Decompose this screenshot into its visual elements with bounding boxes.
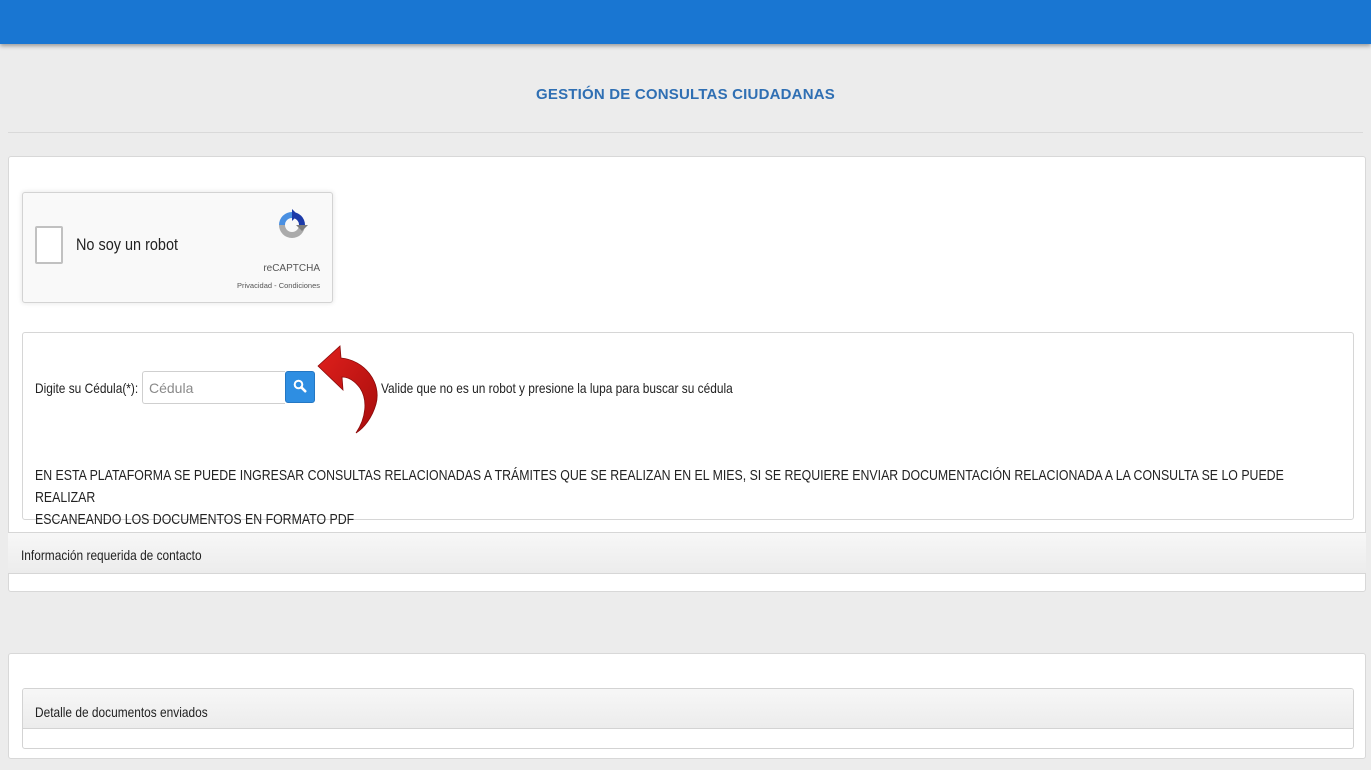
recaptcha-widget: No soy un robot reCAPTCHA Privacidad - C… [22,192,333,303]
page-title: GESTIÓN DE CONSULTAS CIUDADANAS [536,86,835,103]
search-hint-text: Valide que no es un robot y presione la … [381,380,733,396]
recaptcha-brand: reCAPTCHA [263,263,320,274]
search-button[interactable] [285,371,315,403]
notice-line-2: ESCANEANDO LOS DOCUMENTOS EN FORMATO PDF [35,512,355,528]
top-app-bar [0,0,1371,44]
recaptcha-link-separator: - [272,281,279,290]
contact-section-header: Información requerida de contacto [8,532,1366,574]
notice-line-1: EN ESTA PLATAFORMA SE PUEDE INGRESAR CON… [35,468,1284,506]
documents-panel: Detalle de documentos enviados [22,688,1354,749]
contact-section-title: Información requerida de contacto [21,547,202,563]
documents-section-header: Detalle de documentos enviados [23,689,1353,729]
title-divider [8,132,1363,133]
recaptcha-terms-link[interactable]: Condiciones [279,281,320,290]
recaptcha-logo-icon [275,208,309,242]
cedula-input[interactable] [142,371,285,404]
search-icon [293,379,307,396]
recaptcha-privacy-link[interactable]: Privacidad [237,281,272,290]
recaptcha-label: No soy un robot [76,235,179,254]
cedula-label: Digite su Cédula(*): [35,380,139,396]
curved-red-arrow-icon [316,344,382,434]
platform-notice: EN ESTA PLATAFORMA SE PUEDE INGRESAR CON… [35,465,1285,531]
documents-section-title: Detalle de documentos enviados [35,704,208,720]
recaptcha-checkbox[interactable] [35,226,63,264]
recaptcha-links: Privacidad - Condiciones [237,281,320,290]
